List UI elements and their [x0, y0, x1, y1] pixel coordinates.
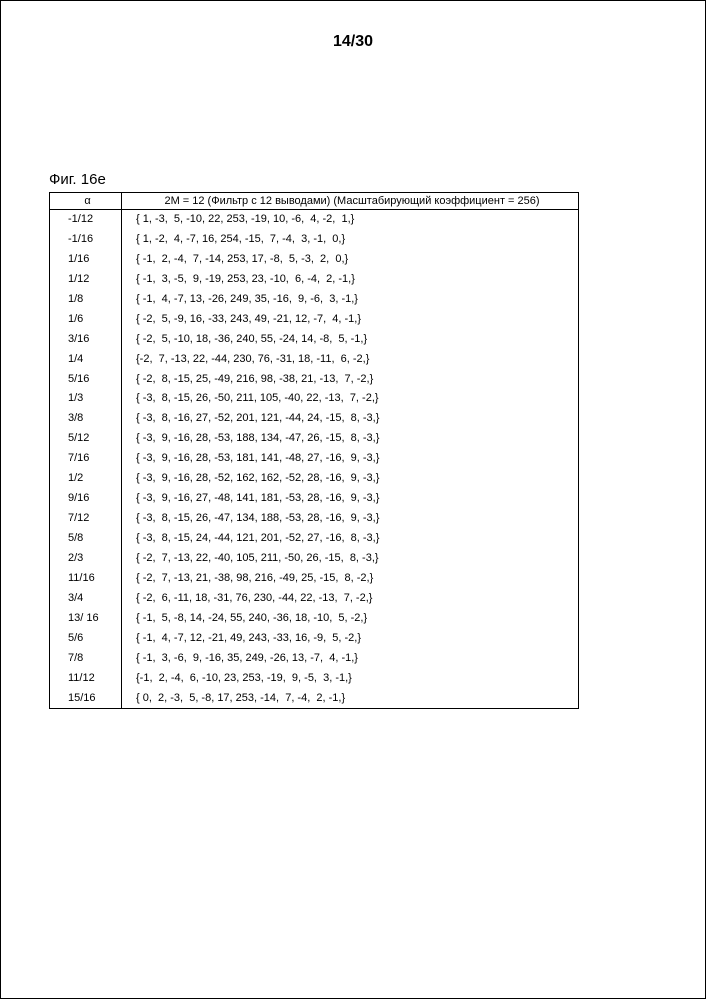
alpha-cell: 1/8 [50, 290, 122, 310]
table-row: 1/12{ -1, 3, -5, 9, -19, 253, 23, -10, 6… [50, 270, 579, 290]
table-row: 1/2{ -3, 9, -16, 28, -52, 162, 162, -52,… [50, 469, 579, 489]
alpha-cell: 15/16 [50, 689, 122, 709]
table-row: 7/12{ -3, 8, -15, 26, -47, 134, 188, -53… [50, 509, 579, 529]
alpha-cell: 7/16 [50, 449, 122, 469]
table-row: 3/8{ -3, 8, -16, 27, -52, 201, 121, -44,… [50, 409, 579, 429]
table-row: 3/16{ -2, 5, -10, 18, -36, 240, 55, -24,… [50, 330, 579, 350]
table-row: 3/4{ -2, 6, -11, 18, -31, 76, 230, -44, … [50, 589, 579, 609]
coef-cell: { -1, 3, -6, 9, -16, 35, 249, -26, 13, -… [122, 649, 579, 669]
alpha-cell: 1/3 [50, 389, 122, 409]
alpha-cell: -1/12 [50, 210, 122, 230]
coef-cell: { -3, 9, -16, 28, -53, 188, 134, -47, 26… [122, 429, 579, 449]
alpha-cell: 5/16 [50, 370, 122, 390]
coef-cell: { -2, 7, -13, 22, -40, 105, 211, -50, 26… [122, 549, 579, 569]
table-row: 1/8{ -1, 4, -7, 13, -26, 249, 35, -16, 9… [50, 290, 579, 310]
alpha-cell: 3/4 [50, 589, 122, 609]
table-row: 5/16{ -2, 8, -15, 25, -49, 216, 98, -38,… [50, 370, 579, 390]
table-row: 1/16{ -1, 2, -4, 7, -14, 253, 17, -8, 5,… [50, 250, 579, 270]
alpha-cell: 3/8 [50, 409, 122, 429]
table-row: 5/6{ -1, 4, -7, 12, -21, 49, 243, -33, 1… [50, 629, 579, 649]
table-row: -1/12{ 1, -3, 5, -10, 22, 253, -19, 10, … [50, 210, 579, 230]
table-row: 15/16{ 0, 2, -3, 5, -8, 17, 253, -14, 7,… [50, 689, 579, 709]
coef-cell: { -1, 2, -4, 7, -14, 253, 17, -8, 5, -3,… [122, 250, 579, 270]
coef-cell: { -2, 8, -15, 25, -49, 216, 98, -38, 21,… [122, 370, 579, 390]
alpha-cell: 5/8 [50, 529, 122, 549]
coef-cell: { -1, 4, -7, 13, -26, 249, 35, -16, 9, -… [122, 290, 579, 310]
filter-table: α 2M = 12 (Фильтр с 12 выводами) (Масшта… [49, 192, 579, 709]
coef-cell: { -2, 7, -13, 21, -38, 98, 216, -49, 25,… [122, 569, 579, 589]
table-row: 13/ 16{ -1, 5, -8, 14, -24, 55, 240, -36… [50, 609, 579, 629]
alpha-cell: 7/8 [50, 649, 122, 669]
alpha-cell: 3/16 [50, 330, 122, 350]
coef-cell: { -3, 9, -16, 28, -52, 162, 162, -52, 28… [122, 469, 579, 489]
coef-cell: { -1, 4, -7, 12, -21, 49, 243, -33, 16, … [122, 629, 579, 649]
alpha-cell: 1/2 [50, 469, 122, 489]
coef-cell: { 1, -3, 5, -10, 22, 253, -19, 10, -6, 4… [122, 210, 579, 230]
coef-cell: { 1, -2, 4, -7, 16, 254, -15, 7, -4, 3, … [122, 230, 579, 250]
table-row: 1/3{ -3, 8, -15, 26, -50, 211, 105, -40,… [50, 389, 579, 409]
alpha-cell: 11/16 [50, 569, 122, 589]
table-row: 1/4{-2, 7, -13, 22, -44, 230, 76, -31, 1… [50, 350, 579, 370]
table-row: 11/16{ -2, 7, -13, 21, -38, 98, 216, -49… [50, 569, 579, 589]
figure-label: Фиг. 16е [49, 171, 667, 188]
alpha-cell: 1/4 [50, 350, 122, 370]
coef-cell: {-1, 2, -4, 6, -10, 23, 253, -19, 9, -5,… [122, 669, 579, 689]
table-row: 11/12{-1, 2, -4, 6, -10, 23, 253, -19, 9… [50, 669, 579, 689]
table-row: 5/12{ -3, 9, -16, 28, -53, 188, 134, -47… [50, 429, 579, 449]
coef-cell: { -3, 9, -16, 27, -48, 141, 181, -53, 28… [122, 489, 579, 509]
alpha-cell: 1/12 [50, 270, 122, 290]
coef-cell: { -2, 5, -9, 16, -33, 243, 49, -21, 12, … [122, 310, 579, 330]
alpha-cell: 13/ 16 [50, 609, 122, 629]
table-row: -1/16{ 1, -2, 4, -7, 16, 254, -15, 7, -4… [50, 230, 579, 250]
coef-cell: { -2, 6, -11, 18, -31, 76, 230, -44, 22,… [122, 589, 579, 609]
table-row: 7/16{ -3, 9, -16, 28, -53, 181, 141, -48… [50, 449, 579, 469]
alpha-cell: 1/16 [50, 250, 122, 270]
coef-cell: { -3, 9, -16, 28, -53, 181, 141, -48, 27… [122, 449, 579, 469]
alpha-cell: -1/16 [50, 230, 122, 250]
coef-cell: { -2, 5, -10, 18, -36, 240, 55, -24, 14,… [122, 330, 579, 350]
coef-cell: { -3, 8, -16, 27, -52, 201, 121, -44, 24… [122, 409, 579, 429]
coef-cell: { -3, 8, -15, 24, -44, 121, 201, -52, 27… [122, 529, 579, 549]
coef-cell: {-2, 7, -13, 22, -44, 230, 76, -31, 18, … [122, 350, 579, 370]
page-container: 14/30 Фиг. 16е α 2M = 12 (Фильтр с 12 вы… [0, 0, 706, 999]
coef-cell: { -3, 8, -15, 26, -47, 134, 188, -53, 28… [122, 509, 579, 529]
table-row: 5/8{ -3, 8, -15, 24, -44, 121, 201, -52,… [50, 529, 579, 549]
page-number: 14/30 [39, 33, 667, 51]
alpha-cell: 9/16 [50, 489, 122, 509]
header-alpha: α [50, 193, 122, 210]
alpha-cell: 11/12 [50, 669, 122, 689]
coef-cell: { -1, 3, -5, 9, -19, 253, 23, -10, 6, -4… [122, 270, 579, 290]
alpha-cell: 5/6 [50, 629, 122, 649]
table-row: 9/16{ -3, 9, -16, 27, -48, 141, 181, -53… [50, 489, 579, 509]
coef-cell: { -1, 5, -8, 14, -24, 55, 240, -36, 18, … [122, 609, 579, 629]
coef-cell: { -3, 8, -15, 26, -50, 211, 105, -40, 22… [122, 389, 579, 409]
alpha-cell: 1/6 [50, 310, 122, 330]
alpha-cell: 5/12 [50, 429, 122, 449]
coef-cell: { 0, 2, -3, 5, -8, 17, 253, -14, 7, -4, … [122, 689, 579, 709]
table-row: 7/8{ -1, 3, -6, 9, -16, 35, 249, -26, 13… [50, 649, 579, 669]
alpha-cell: 2/3 [50, 549, 122, 569]
table-row: 2/3{ -2, 7, -13, 22, -40, 105, 211, -50,… [50, 549, 579, 569]
table-header-row: α 2M = 12 (Фильтр с 12 выводами) (Масшта… [50, 193, 579, 210]
alpha-cell: 7/12 [50, 509, 122, 529]
table-row: 1/6{ -2, 5, -9, 16, -33, 243, 49, -21, 1… [50, 310, 579, 330]
header-desc: 2M = 12 (Фильтр с 12 выводами) (Масштаби… [122, 193, 579, 210]
